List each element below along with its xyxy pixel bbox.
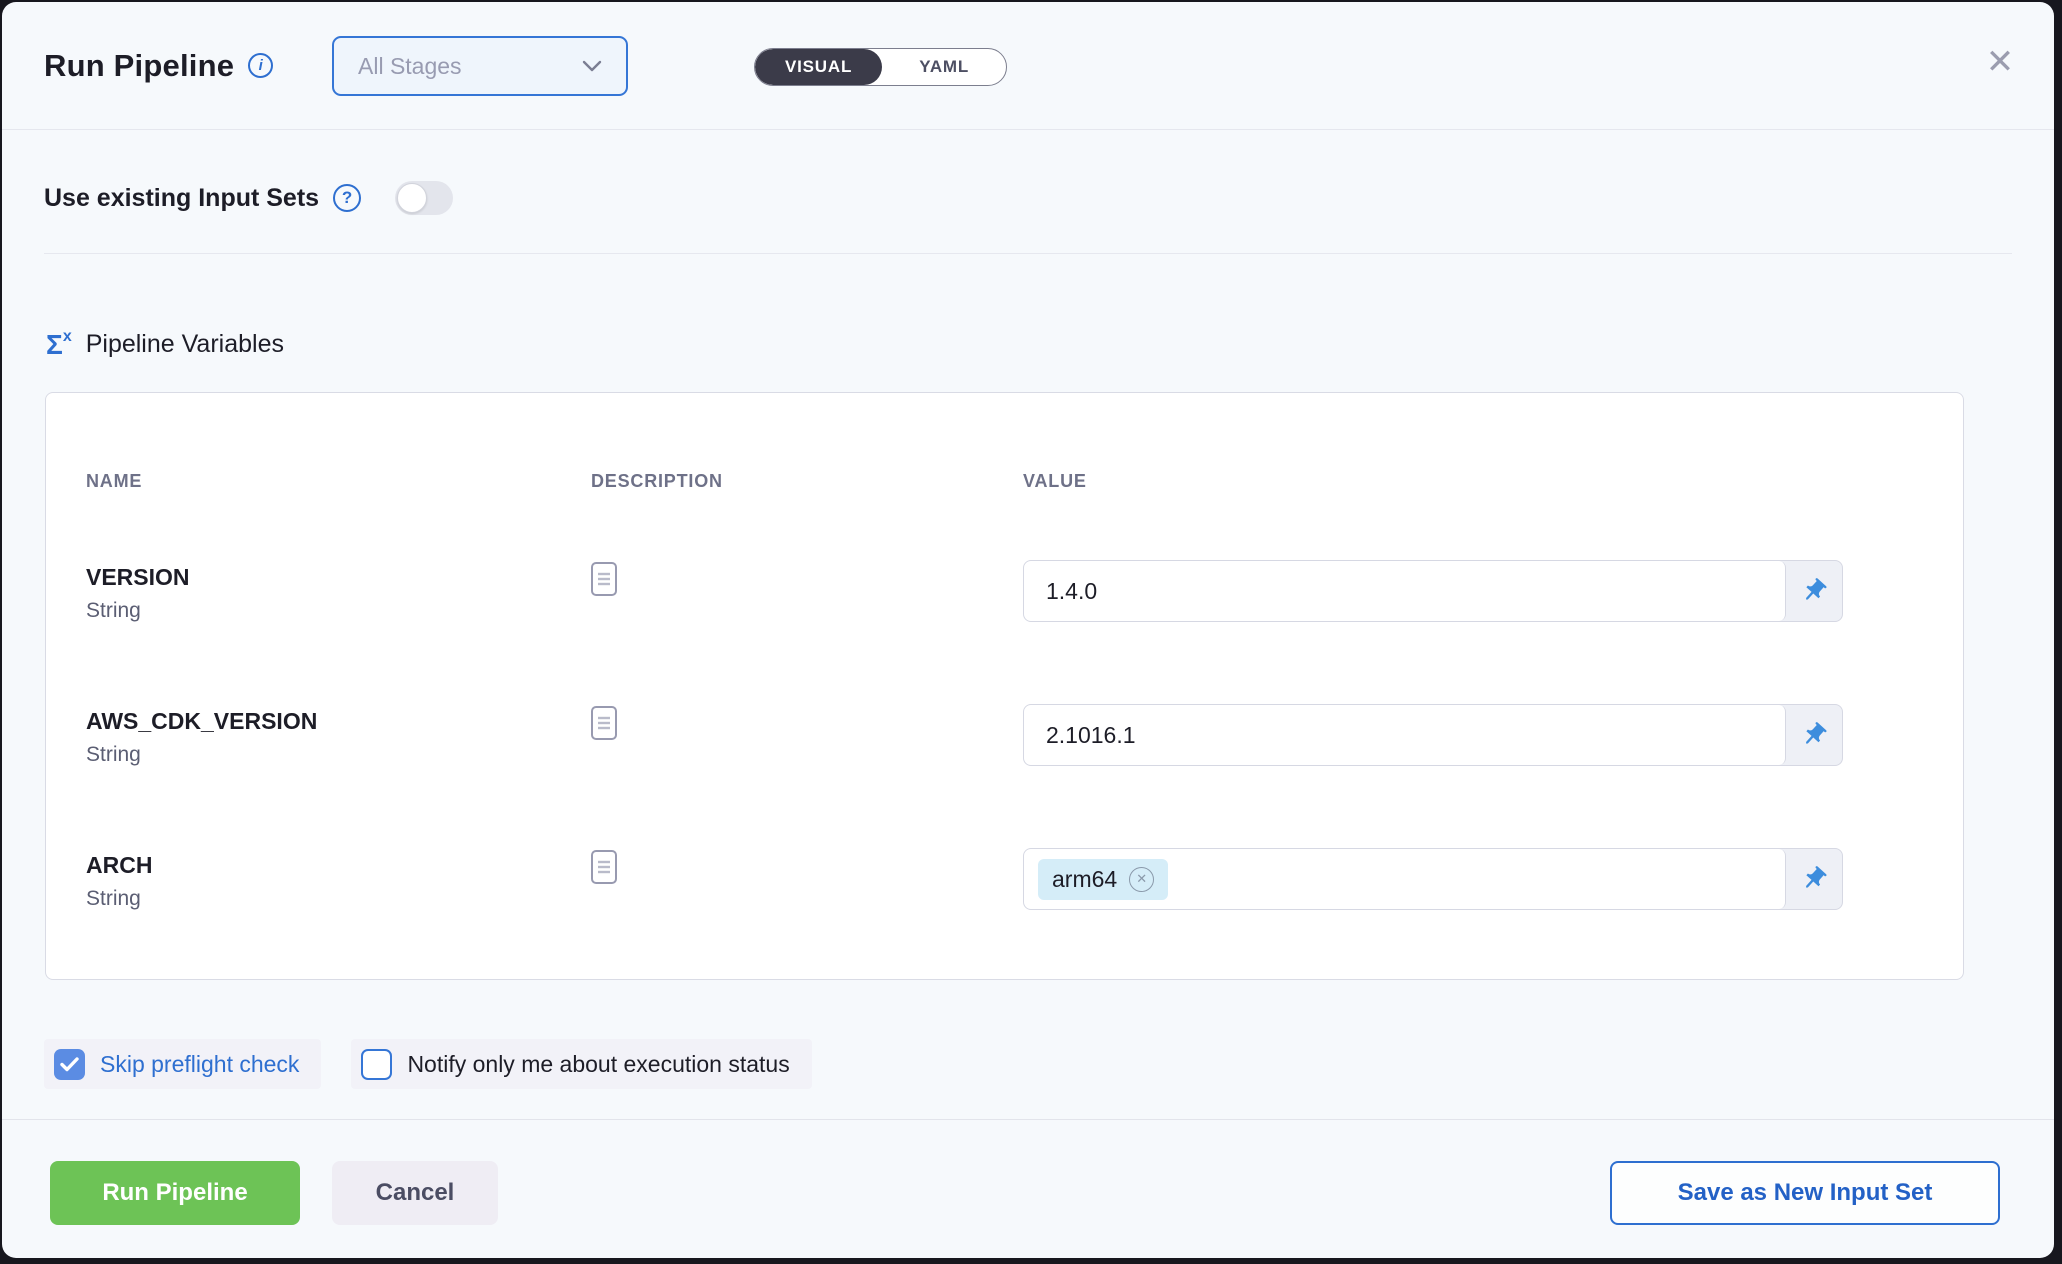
pin-icon[interactable] — [1786, 705, 1842, 765]
chevron-down-icon — [582, 60, 602, 72]
toggle-knob — [397, 183, 427, 213]
variable-name: ARCH — [86, 848, 591, 879]
pin-icon[interactable] — [1786, 561, 1842, 621]
variable-row: VERSION String — [86, 560, 1923, 704]
pipeline-variables-title: Pipeline Variables — [86, 330, 284, 359]
column-header-description: DESCRIPTION — [591, 471, 1023, 492]
checkbox-icon[interactable] — [361, 1049, 392, 1080]
value-input-field[interactable] — [1024, 561, 1786, 621]
run-pipeline-modal: Run Pipeline i All Stages VISUAL YAML ✕ … — [2, 2, 2054, 1258]
variable-name: VERSION — [86, 560, 591, 591]
save-as-new-input-set-button[interactable]: Save as New Input Set — [1610, 1161, 2000, 1225]
value-tag-text: arm64 — [1052, 866, 1117, 893]
pipeline-variables-section-header: Σx Pipeline Variables — [46, 330, 284, 359]
value-input-field[interactable]: arm64 ✕ — [1024, 849, 1786, 909]
input-sets-toggle[interactable] — [395, 181, 453, 215]
variable-name-cell: AWS_CDK_VERSION String — [86, 704, 591, 767]
variable-name-cell: ARCH String — [86, 848, 591, 911]
description-icon[interactable] — [591, 560, 1023, 601]
pipeline-variables-card: NAME DESCRIPTION VALUE VERSIONStringAWS_… — [45, 392, 1964, 980]
help-icon[interactable]: ? — [333, 184, 361, 212]
tab-yaml[interactable]: YAML — [882, 49, 1006, 85]
info-icon[interactable]: i — [248, 53, 273, 78]
modal-header: Run Pipeline i All Stages VISUAL YAML ✕ — [2, 2, 2054, 130]
variable-value-cell: arm64 ✕ — [1023, 848, 1923, 910]
skip-preflight-checkbox[interactable]: Skip preflight check — [44, 1039, 321, 1089]
use-existing-input-sets-label: Use existing Input Sets — [44, 184, 319, 213]
column-header-value: VALUE — [1023, 471, 1923, 492]
value-input-group: arm64 ✕ — [1023, 848, 1843, 910]
variable-value-cell — [1023, 560, 1923, 622]
variable-name-cell: VERSION String — [86, 560, 591, 623]
column-header-name: NAME — [86, 471, 591, 492]
notify-me-label: Notify only me about execution status — [407, 1051, 789, 1078]
divider — [44, 253, 2012, 254]
variables-table-header: NAME DESCRIPTION VALUE — [86, 393, 1923, 492]
skip-preflight-label: Skip preflight check — [100, 1051, 299, 1078]
stage-selector-value: All Stages — [358, 53, 462, 80]
value-tag: arm64 ✕ — [1038, 859, 1168, 900]
variable-type: String — [86, 887, 591, 911]
use-existing-input-sets-row: Use existing Input Sets ? — [44, 172, 453, 224]
variable-row: ARCH String arm64 ✕ — [86, 848, 1923, 992]
stage-selector-dropdown[interactable]: All Stages — [332, 36, 628, 96]
execution-options-row: Skip preflight check Notify only me abou… — [44, 1039, 812, 1089]
checkbox-icon[interactable] — [54, 1049, 85, 1080]
page-title: Run Pipeline — [44, 48, 234, 84]
variable-value-input[interactable] — [1024, 705, 1785, 765]
divider — [2, 1119, 2054, 1120]
run-pipeline-button[interactable]: Run Pipeline — [50, 1161, 300, 1225]
variables-sigma-icon: Σx — [46, 331, 72, 359]
notify-me-checkbox[interactable]: Notify only me about execution status — [351, 1039, 811, 1089]
variable-type: String — [86, 599, 591, 623]
cancel-button[interactable]: Cancel — [332, 1161, 498, 1225]
variable-value-input[interactable] — [1024, 561, 1785, 621]
value-input-group — [1023, 704, 1843, 766]
variable-value-cell — [1023, 704, 1923, 766]
description-icon[interactable] — [591, 704, 1023, 745]
tag-remove-icon[interactable]: ✕ — [1129, 867, 1154, 892]
variable-row: AWS_CDK_VERSION String — [86, 704, 1923, 848]
close-icon[interactable]: ✕ — [1976, 38, 2024, 86]
view-mode-toggle: VISUAL YAML — [754, 48, 1007, 86]
tab-visual[interactable]: VISUAL — [755, 49, 882, 85]
pin-icon[interactable] — [1786, 849, 1842, 909]
description-icon[interactable] — [591, 848, 1023, 889]
variables-table-body: VERSION String AWS_CDK_VERSION String ARCH St… — [86, 560, 1923, 992]
value-input-field[interactable] — [1024, 705, 1786, 765]
variable-name: AWS_CDK_VERSION — [86, 704, 591, 735]
variable-type: String — [86, 743, 591, 767]
value-input-group — [1023, 560, 1843, 622]
